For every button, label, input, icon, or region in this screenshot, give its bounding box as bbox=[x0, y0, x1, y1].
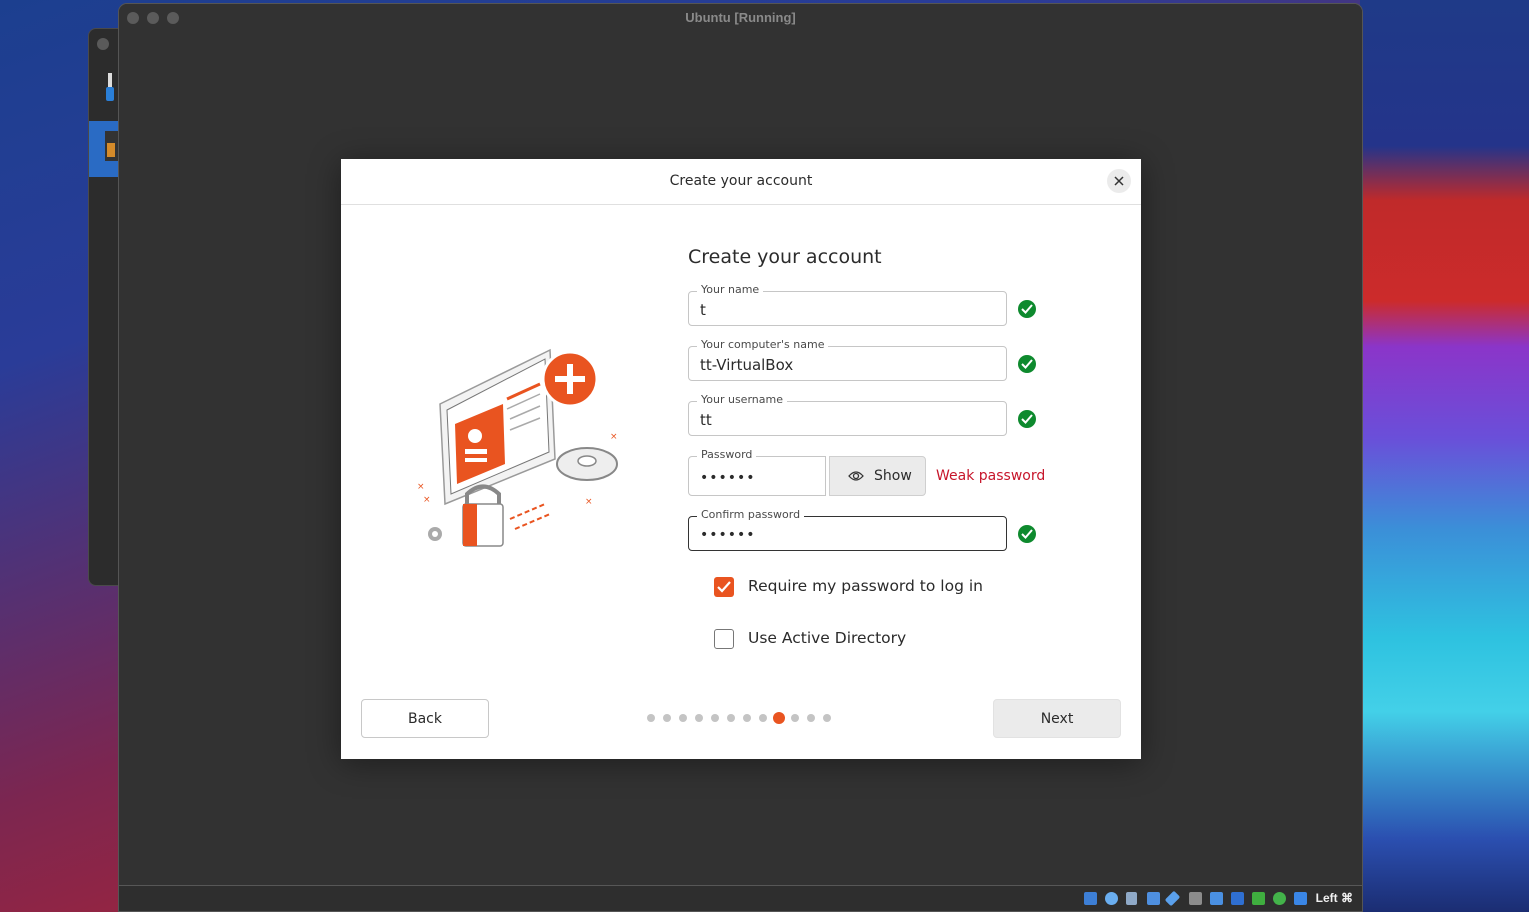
shared-folders-icon[interactable] bbox=[1189, 892, 1202, 905]
network-icon[interactable] bbox=[1147, 892, 1160, 905]
svg-text:×: × bbox=[585, 497, 593, 507]
password-field-value: •••••• bbox=[700, 470, 756, 486]
step-dot bbox=[647, 714, 655, 722]
computer-name-valid-check-icon bbox=[1018, 355, 1036, 373]
close-icon bbox=[1114, 176, 1124, 186]
vm-status-bar: Left ⌘ bbox=[119, 885, 1362, 911]
username-field-label: Your username bbox=[697, 393, 787, 407]
desktop-wallpaper bbox=[1360, 0, 1529, 912]
step-dot bbox=[743, 714, 751, 722]
username-field-value: tt bbox=[700, 411, 712, 429]
tools-icon[interactable] bbox=[105, 73, 115, 103]
confirm-password-field-value: •••••• bbox=[700, 527, 756, 543]
step-dot bbox=[695, 714, 703, 722]
computer-name-field[interactable]: Your computer's name tt-VirtualBox bbox=[688, 338, 1007, 381]
confirm-password-field[interactable]: Confirm password •••••• bbox=[688, 508, 1007, 551]
name-valid-check-icon bbox=[1018, 300, 1036, 318]
password-strength-label: Weak password bbox=[936, 468, 1046, 484]
step-dot bbox=[759, 714, 767, 722]
require-password-label[interactable]: Require my password to log in bbox=[748, 577, 983, 595]
window-close-dot[interactable] bbox=[97, 38, 109, 50]
svg-text:×: × bbox=[417, 482, 425, 492]
step-dot bbox=[663, 714, 671, 722]
checkmark-icon bbox=[717, 581, 731, 593]
username-valid-check-icon bbox=[1018, 410, 1036, 428]
active-directory-checkbox[interactable] bbox=[714, 629, 734, 649]
keyboard-icon[interactable] bbox=[1294, 892, 1307, 905]
password-field[interactable]: Password •••••• bbox=[688, 448, 826, 496]
audio-icon[interactable] bbox=[1126, 892, 1137, 905]
back-button[interactable]: Back bbox=[361, 699, 489, 738]
window-titlebar: Ubuntu [Running] bbox=[119, 4, 1362, 32]
hard-disk-icon[interactable] bbox=[1084, 892, 1097, 905]
usb-icon[interactable] bbox=[1164, 890, 1181, 907]
step-dot-current bbox=[773, 712, 785, 724]
window-title: Ubuntu [Running] bbox=[685, 10, 796, 25]
svg-text:×: × bbox=[610, 432, 618, 442]
password-field-label: Password bbox=[697, 448, 757, 462]
mouse-integration-icon[interactable] bbox=[1273, 892, 1286, 905]
require-password-checkbox[interactable] bbox=[714, 577, 734, 597]
username-field[interactable]: Your username tt bbox=[688, 393, 1007, 436]
name-field-label: Your name bbox=[697, 283, 764, 297]
step-dot bbox=[807, 714, 815, 722]
step-dot bbox=[711, 714, 719, 722]
confirm-password-field-label: Confirm password bbox=[697, 508, 805, 522]
confirm-password-valid-check-icon bbox=[1018, 525, 1036, 543]
next-button[interactable]: Next bbox=[993, 699, 1121, 738]
account-security-illustration: × × × × bbox=[417, 348, 618, 547]
create-account-dialog: Create your account × × × × Create your … bbox=[341, 159, 1141, 759]
page-heading: Create your account bbox=[688, 246, 882, 268]
svg-text:×: × bbox=[423, 495, 431, 505]
computer-name-field-value: tt-VirtualBox bbox=[700, 356, 794, 374]
optical-drive-icon[interactable] bbox=[1105, 892, 1118, 905]
recording-icon[interactable] bbox=[1252, 892, 1265, 905]
step-dot bbox=[679, 714, 687, 722]
dialog-title: Create your account bbox=[669, 173, 813, 189]
computer-name-field-label: Your computer's name bbox=[697, 338, 829, 352]
video-capture-icon[interactable] bbox=[1231, 892, 1244, 905]
step-dot bbox=[823, 714, 831, 722]
name-field[interactable]: Your name t bbox=[688, 283, 1007, 326]
dialog-close-button[interactable] bbox=[1107, 169, 1131, 193]
show-password-button[interactable]: Show bbox=[829, 456, 926, 496]
name-field-value: t bbox=[700, 301, 706, 319]
step-dot bbox=[727, 714, 735, 722]
show-password-label: Show bbox=[874, 468, 912, 484]
step-dot bbox=[791, 714, 799, 722]
active-directory-label[interactable]: Use Active Directory bbox=[748, 629, 906, 647]
dialog-header: Create your account bbox=[341, 159, 1141, 205]
eye-icon bbox=[848, 471, 864, 481]
display-icon[interactable] bbox=[1210, 892, 1223, 905]
host-key-indicator: Left ⌘ bbox=[1315, 891, 1353, 905]
